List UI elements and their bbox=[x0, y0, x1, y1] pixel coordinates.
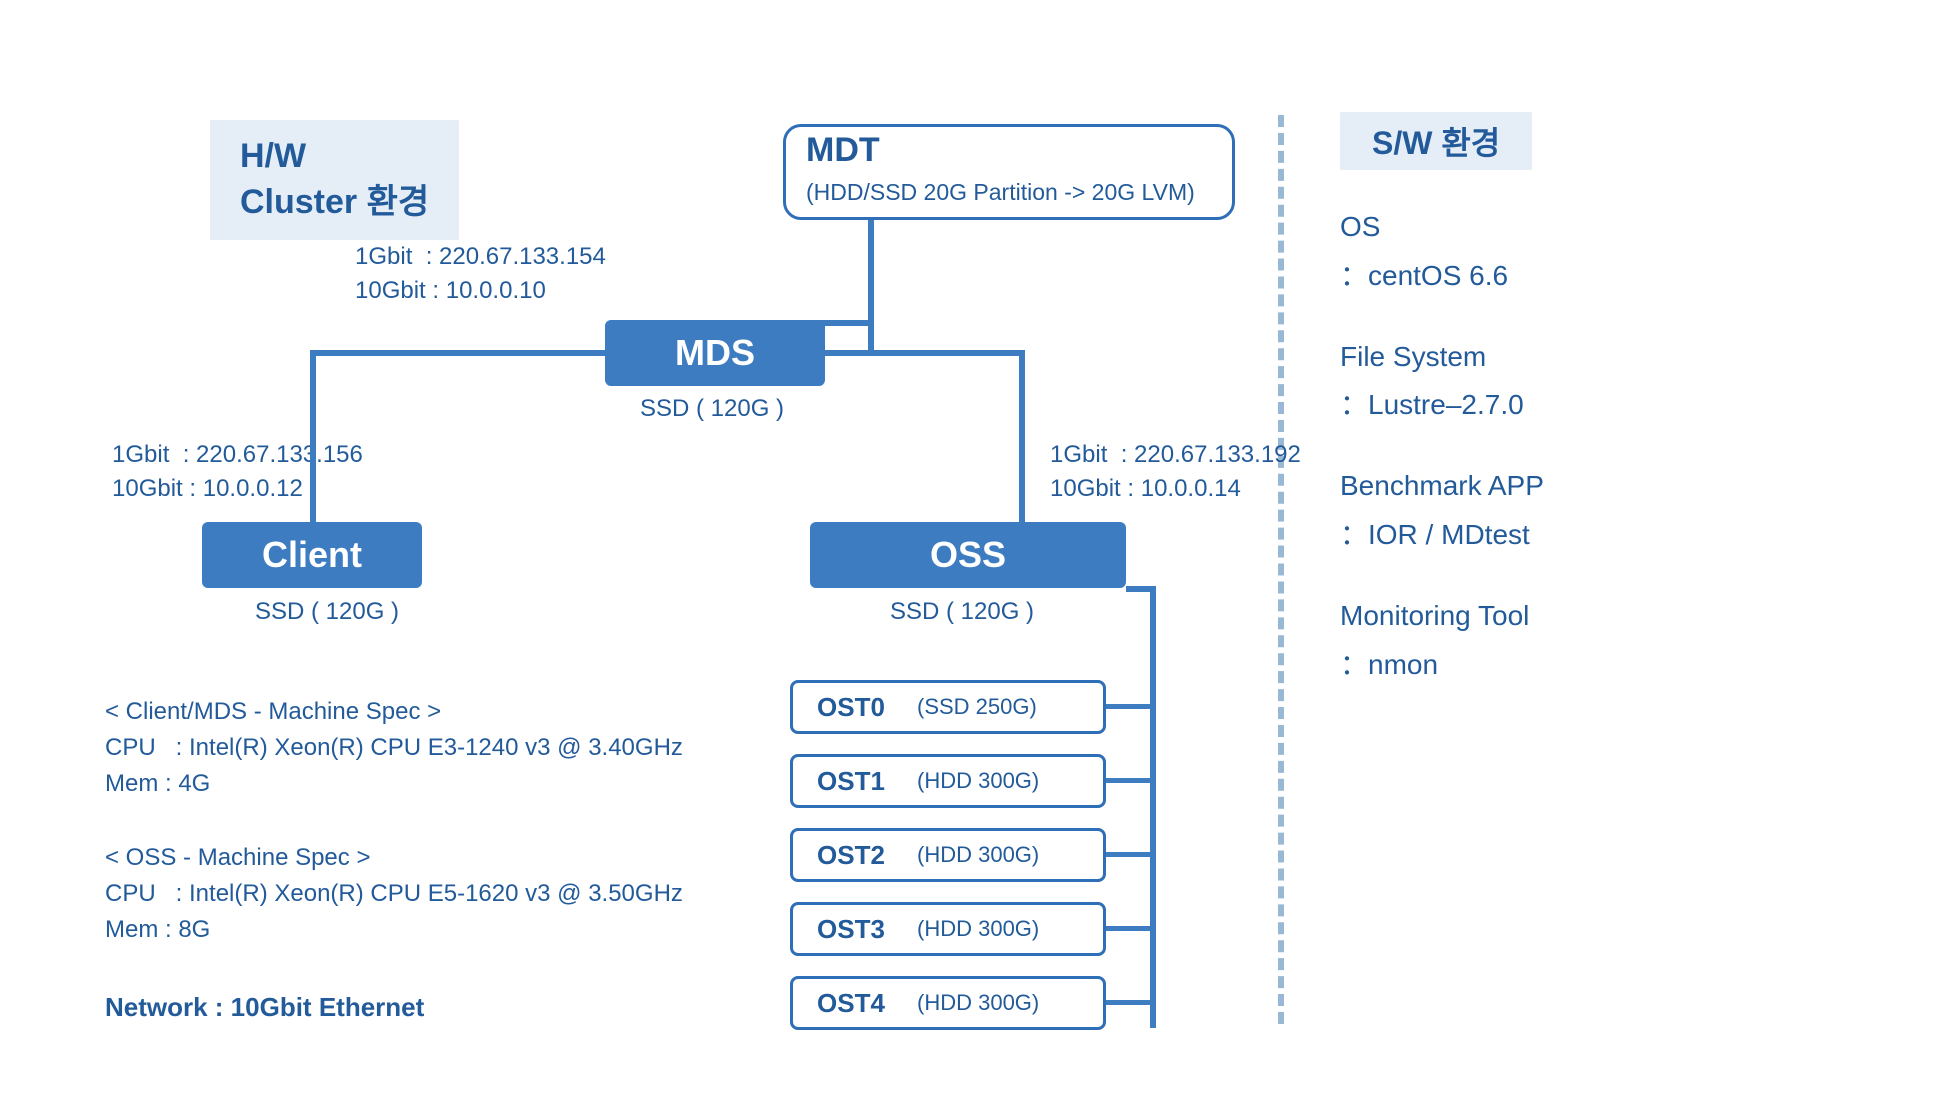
mdt-title: MDT bbox=[806, 131, 880, 170]
ost-name: OST4 bbox=[817, 988, 917, 1019]
sw-os-heading: OS bbox=[1340, 205, 1544, 250]
sw-env-list: OS ：centOS 6.6 File System ：Lustre–2.7.0… bbox=[1340, 205, 1544, 687]
client-mds-spec: < Client/MDS - Machine Spec > CPU : Inte… bbox=[105, 694, 683, 802]
connector bbox=[1126, 586, 1156, 592]
sw-title: S/W 환경 bbox=[1340, 112, 1532, 170]
mdt-subtitle: (HDD/SSD 20G Partition -> 20G LVM) bbox=[806, 179, 1195, 206]
sw-os-value: ：centOS 6.6 bbox=[1340, 254, 1544, 299]
hw-title-line1: H/W bbox=[240, 134, 429, 180]
ost-name: OST2 bbox=[817, 840, 917, 871]
ost-name: OST0 bbox=[817, 692, 917, 723]
oss-storage: SSD ( 120G ) bbox=[890, 598, 1034, 626]
connector bbox=[868, 220, 874, 356]
hw-title: H/W Cluster 환경 bbox=[210, 120, 459, 240]
client-network-label: 1Gbit : 220.67.133.156 10Gbit : 10.0.0.1… bbox=[112, 438, 363, 505]
connector bbox=[310, 350, 316, 522]
client-storage: SSD ( 120G ) bbox=[255, 598, 399, 626]
sw-fs-value: ：Lustre–2.7.0 bbox=[1340, 383, 1544, 428]
ost-node: OST2 (HDD 300G) bbox=[790, 828, 1106, 882]
ost-spec: (HDD 300G) bbox=[917, 990, 1039, 1016]
connector bbox=[1106, 1000, 1150, 1005]
ost-node: OST3 (HDD 300G) bbox=[790, 902, 1106, 956]
ost-name: OST3 bbox=[817, 914, 917, 945]
connector bbox=[1150, 588, 1156, 1028]
client-node: Client bbox=[202, 522, 422, 588]
sw-mon-heading: Monitoring Tool bbox=[1340, 594, 1544, 639]
vertical-divider bbox=[1278, 115, 1284, 1024]
ost-spec: (HDD 300G) bbox=[917, 916, 1039, 942]
ost-node: OST0 (SSD 250G) bbox=[790, 680, 1106, 734]
connector bbox=[713, 320, 874, 326]
ost-spec: (HDD 300G) bbox=[917, 768, 1039, 794]
mds-network-label: 1Gbit : 220.67.133.154 10Gbit : 10.0.0.1… bbox=[355, 240, 606, 307]
hw-title-line2: Cluster 환경 bbox=[240, 180, 429, 226]
connector bbox=[1106, 852, 1150, 857]
sw-app-heading: Benchmark APP bbox=[1340, 464, 1544, 509]
oss-spec: < OSS - Machine Spec > CPU : Intel(R) Xe… bbox=[105, 840, 683, 948]
ost-list: OST0 (SSD 250G) OST1 (HDD 300G) OST2 (HD… bbox=[790, 680, 1106, 1050]
ost-spec: (HDD 300G) bbox=[917, 842, 1039, 868]
network-label: Network : 10Gbit Ethernet bbox=[105, 992, 424, 1023]
oss-label: OSS bbox=[930, 534, 1006, 576]
mdt-node: MDT (HDD/SSD 20G Partition -> 20G LVM) bbox=[783, 124, 1235, 220]
connector bbox=[1106, 704, 1150, 709]
connector bbox=[310, 350, 605, 356]
diagram-canvas: H/W Cluster 환경 S/W 환경 OS ：centOS 6.6 Fil… bbox=[0, 0, 1935, 1119]
oss-node: OSS bbox=[810, 522, 1126, 588]
oss-network-label: 1Gbit : 220.67.133.192 10Gbit : 10.0.0.1… bbox=[1050, 438, 1301, 505]
mds-node: MDS bbox=[605, 320, 825, 386]
ost-node: OST1 (HDD 300G) bbox=[790, 754, 1106, 808]
client-label: Client bbox=[262, 534, 362, 576]
ost-spec: (SSD 250G) bbox=[917, 694, 1037, 720]
sw-fs-heading: File System bbox=[1340, 335, 1544, 380]
sw-app-value: ：IOR / MDtest bbox=[1340, 513, 1544, 558]
mds-label: MDS bbox=[675, 332, 755, 374]
ost-node: OST4 (HDD 300G) bbox=[790, 976, 1106, 1030]
connector bbox=[1019, 350, 1025, 522]
sw-mon-value: ：nmon bbox=[1340, 643, 1544, 688]
mds-storage: SSD ( 120G ) bbox=[640, 395, 784, 423]
connector bbox=[825, 350, 1025, 356]
connector bbox=[1106, 778, 1150, 783]
ost-name: OST1 bbox=[817, 766, 917, 797]
connector bbox=[1106, 926, 1150, 931]
